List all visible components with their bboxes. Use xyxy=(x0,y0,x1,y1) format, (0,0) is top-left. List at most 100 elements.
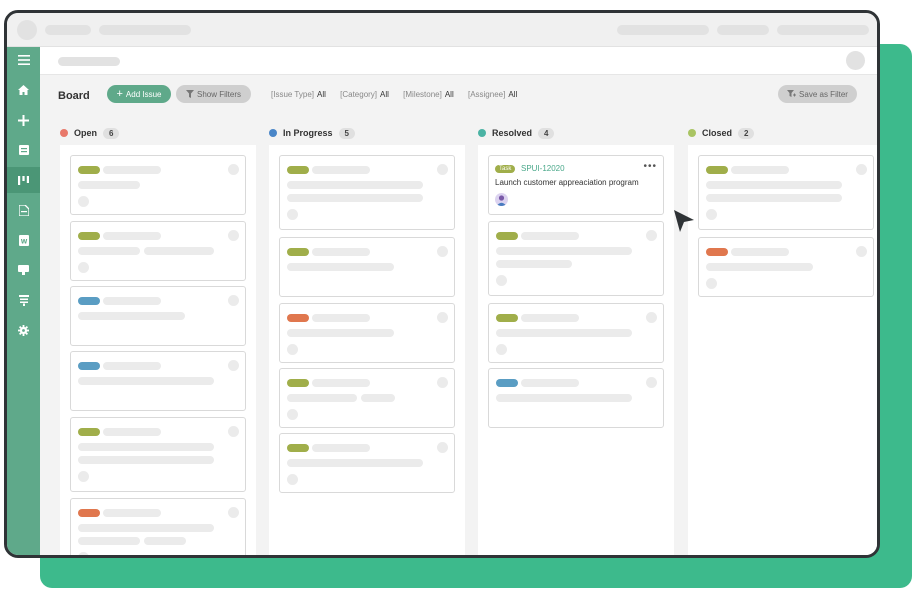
text-placeholder xyxy=(496,329,632,337)
avatar-placeholder xyxy=(437,246,448,257)
issue-card[interactable] xyxy=(279,155,455,230)
add-issue-button[interactable]: + Add Issue xyxy=(107,85,171,103)
wiki-icon[interactable]: W xyxy=(7,227,40,253)
category-tag xyxy=(78,232,100,240)
board-column-in-progress xyxy=(269,145,465,555)
text-placeholder xyxy=(144,247,214,255)
settings-icon[interactable] xyxy=(7,317,40,343)
text-placeholder xyxy=(78,537,140,545)
text-placeholder xyxy=(144,537,186,545)
avatar-placeholder xyxy=(78,471,89,482)
text-placeholder xyxy=(521,314,579,322)
avatar-placeholder xyxy=(706,278,717,289)
avatar-placeholder xyxy=(228,360,239,371)
text-placeholder xyxy=(103,428,161,436)
sidebar: W xyxy=(7,47,40,555)
filter-summary: [Issue Type] All [Category] All [Milestone… xyxy=(271,90,529,99)
avatar-placeholder xyxy=(287,209,298,220)
text-placeholder xyxy=(706,181,842,189)
issue-card[interactable] xyxy=(279,433,455,493)
avatar-placeholder xyxy=(287,344,298,355)
text-placeholder xyxy=(78,312,185,320)
column-count: 6 xyxy=(103,127,120,139)
text-placeholder xyxy=(103,509,161,517)
category-tag xyxy=(287,444,309,452)
issue-card-featured[interactable]: Task SPUI-12020 ••• Launch customer appr… xyxy=(488,155,664,215)
text-placeholder xyxy=(78,443,214,451)
issue-key-link[interactable]: SPUI-12020 xyxy=(521,164,565,173)
avatar-placeholder xyxy=(78,196,89,207)
issue-card[interactable] xyxy=(70,155,246,215)
filter-value[interactable]: All xyxy=(445,90,454,99)
column-header-resolved: Resolved 4 xyxy=(478,126,555,140)
topbar-placeholder xyxy=(777,25,869,35)
sub-header xyxy=(40,47,877,75)
issue-card[interactable] xyxy=(698,237,874,297)
text-placeholder xyxy=(103,166,161,174)
menu-icon[interactable] xyxy=(7,47,40,73)
avatar-placeholder xyxy=(437,312,448,323)
page-title: Board xyxy=(58,90,90,102)
column-count: 2 xyxy=(738,127,755,139)
filter-value[interactable]: All xyxy=(317,90,326,99)
assignee-avatar[interactable] xyxy=(495,193,508,206)
issue-card[interactable] xyxy=(279,368,455,428)
category-tag xyxy=(706,248,728,256)
text-placeholder xyxy=(78,181,140,189)
document-icon[interactable] xyxy=(7,197,40,223)
status-dot xyxy=(688,129,696,137)
main-content: Board + Add Issue Show Filters [Issue Ty… xyxy=(40,47,877,555)
add-issue-label: Add Issue xyxy=(125,89,162,99)
home-icon[interactable] xyxy=(7,77,40,103)
text-placeholder xyxy=(496,247,632,255)
category-tag xyxy=(78,297,100,305)
issue-card[interactable] xyxy=(70,286,246,346)
text-placeholder xyxy=(731,166,789,174)
avatar-placeholder xyxy=(437,442,448,453)
filter-value[interactable]: All xyxy=(508,90,517,99)
issue-card[interactable] xyxy=(70,498,246,555)
issue-card[interactable] xyxy=(488,368,664,428)
filter-label: [Assignee] xyxy=(467,90,506,99)
board-icon[interactable] xyxy=(7,167,40,193)
text-placeholder xyxy=(731,248,789,256)
issue-card[interactable] xyxy=(70,221,246,281)
filter-value[interactable]: All xyxy=(380,90,389,99)
issue-card[interactable] xyxy=(279,303,455,363)
files-icon[interactable] xyxy=(7,257,40,283)
list-icon[interactable] xyxy=(7,137,40,163)
category-tag xyxy=(706,166,728,174)
text-placeholder xyxy=(287,394,357,402)
column-header-closed: Closed 2 xyxy=(688,126,755,140)
plus-icon: + xyxy=(116,87,123,100)
text-placeholder xyxy=(287,459,423,467)
avatar-placeholder xyxy=(228,164,239,175)
avatar-placeholder xyxy=(287,474,298,485)
issue-card[interactable] xyxy=(488,303,664,363)
more-options-icon[interactable]: ••• xyxy=(643,161,657,172)
issue-card[interactable] xyxy=(698,155,874,230)
add-icon[interactable] xyxy=(7,107,40,133)
avatar-placeholder xyxy=(437,164,448,175)
issue-type-badge: Task xyxy=(495,165,516,173)
text-placeholder xyxy=(312,379,370,387)
text-placeholder xyxy=(496,260,572,268)
column-title: Open xyxy=(74,128,98,138)
cursor-arrow-icon xyxy=(674,210,694,232)
user-avatar-placeholder[interactable] xyxy=(846,51,865,70)
avatar-placeholder xyxy=(78,262,89,273)
show-filters-button[interactable]: Show Filters xyxy=(176,85,251,103)
gantt-icon[interactable] xyxy=(7,287,40,313)
topbar-placeholder xyxy=(717,25,769,35)
save-as-filter-label: Save as Filter xyxy=(799,89,848,99)
status-dot xyxy=(60,129,68,137)
issue-card[interactable] xyxy=(488,221,664,296)
text-placeholder xyxy=(287,181,423,189)
category-tag xyxy=(287,166,309,174)
avatar-placeholder xyxy=(706,209,717,220)
save-as-filter-button[interactable]: Save as Filter xyxy=(778,85,857,103)
text-placeholder xyxy=(103,362,161,370)
issue-card[interactable] xyxy=(70,417,246,492)
issue-card[interactable] xyxy=(70,351,246,411)
issue-card[interactable] xyxy=(279,237,455,297)
